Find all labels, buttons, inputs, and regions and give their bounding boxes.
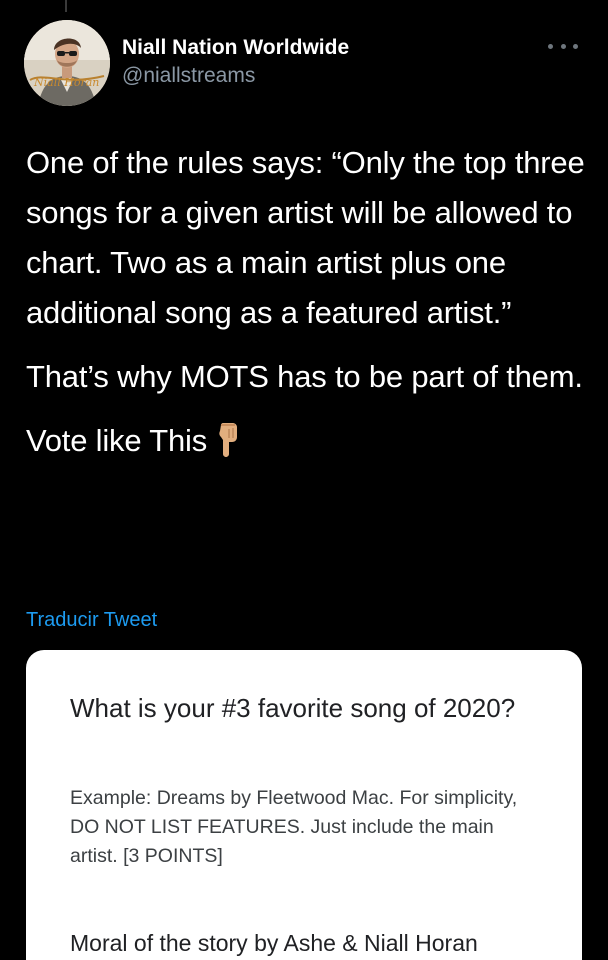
form-hint: Example: Dreams by Fleetwood Mac. For si… [70, 787, 518, 867]
translate-tweet-link[interactable]: Traducir Tweet [26, 607, 157, 633]
more-options-dot [573, 43, 578, 49]
avatar-image: Niall Horan [24, 20, 110, 106]
author-block[interactable]: Niall Nation Worldwide @niallstreams [122, 35, 349, 89]
tweet-paragraph-vote: Vote like This [26, 416, 586, 472]
thread-connector-line [65, 0, 67, 12]
more-options-dot [560, 43, 566, 49]
author-handle[interactable]: @niallstreams [122, 63, 349, 89]
avatar-signature: Niall Horan [33, 76, 99, 89]
embedded-form-image[interactable]: What is your #3 favorite song of 2020? E… [26, 650, 582, 960]
tweet-paragraph: One of the rules says: “Only the top thr… [26, 145, 585, 330]
tweet-paragraph: That’s why MOTS has to be part of them. [26, 359, 583, 394]
author-name[interactable]: Niall Nation Worldwide [122, 35, 349, 61]
form-answer: Moral of the story by Ashe & Niall Horan [70, 930, 478, 956]
more-options-dot [548, 43, 553, 49]
tweet-text: One of the rules says: “Only the top thr… [26, 138, 586, 486]
form-question: What is your #3 favorite song of 2020? [70, 693, 516, 723]
tweet-screen: Niall Horan Niall Nation Worldwide @nial… [0, 0, 608, 960]
more-options-icon[interactable] [548, 38, 578, 54]
tweet-paragraph: Vote like This [26, 423, 208, 458]
backhand-index-pointing-down-icon [215, 422, 241, 472]
avatar[interactable]: Niall Horan [24, 20, 110, 106]
